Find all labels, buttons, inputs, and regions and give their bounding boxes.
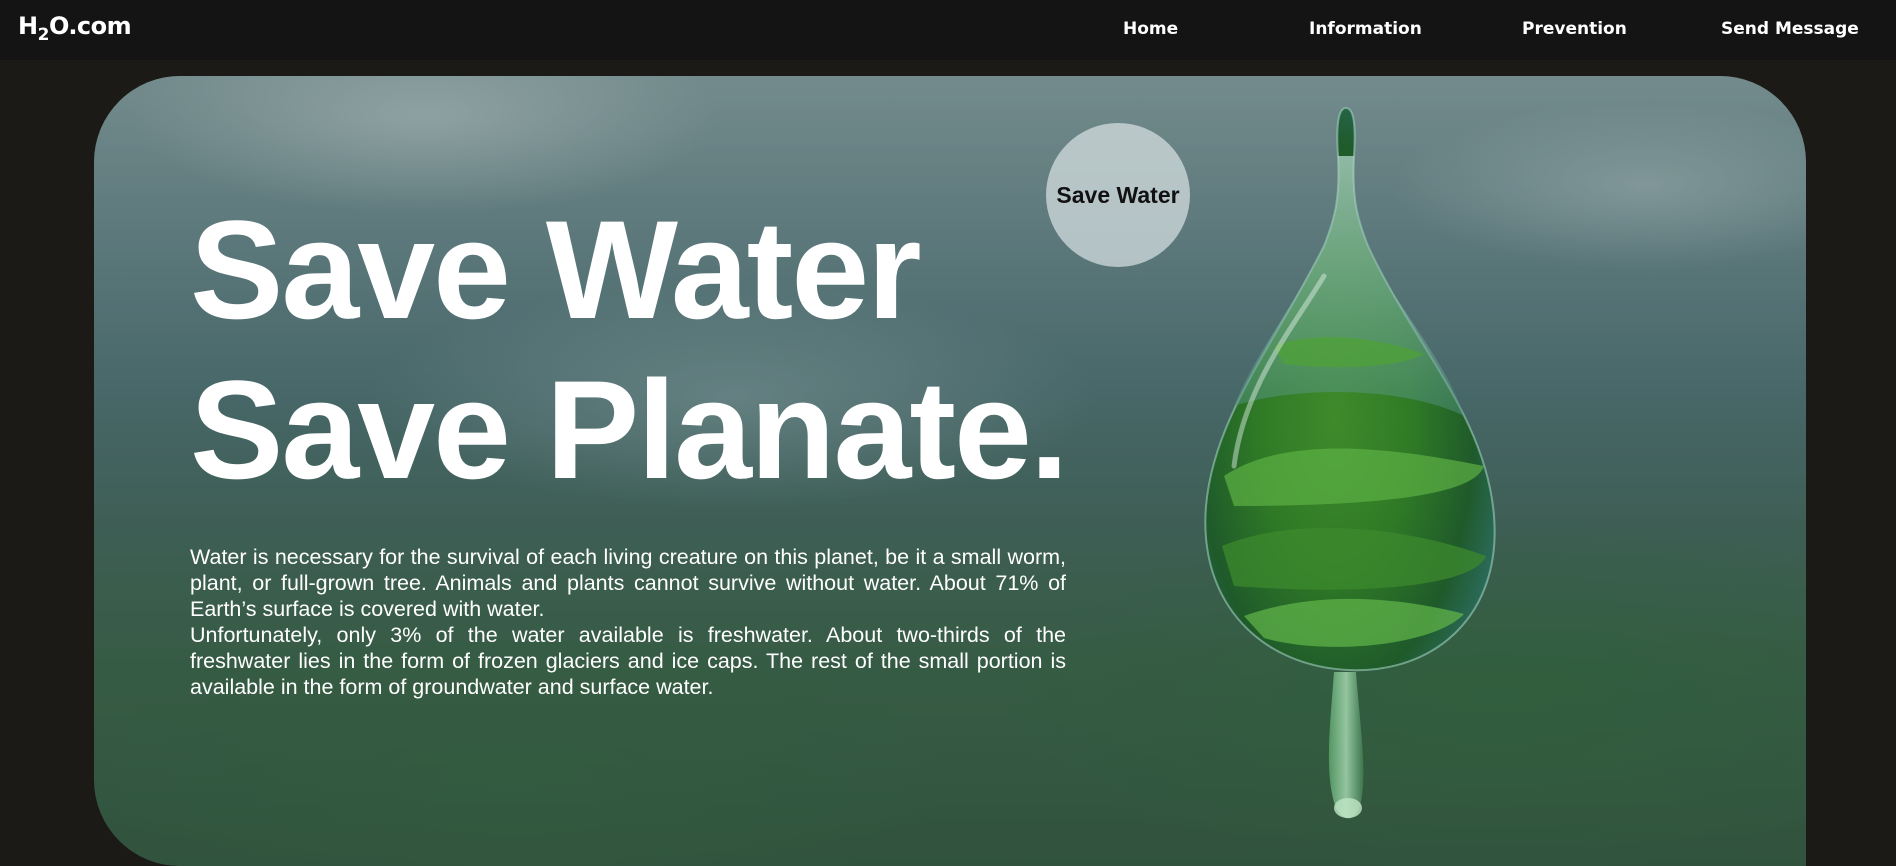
hero-banner: Save Water Save Planate. Water is necess…: [94, 76, 1806, 866]
hero-headline-line2: Save Planate.: [190, 351, 1069, 508]
nav-prevention[interactable]: Prevention: [1522, 19, 1627, 39]
save-water-badge-label: Save Water: [1056, 181, 1180, 208]
site-logo[interactable]: H2O.com: [18, 12, 132, 45]
save-water-badge[interactable]: Save Water: [1046, 123, 1190, 267]
hero-headline-line1: Save Water: [190, 191, 922, 348]
hero-paragraph-2: Unfortunately, only 3% of the water avai…: [190, 623, 1066, 699]
navbar: H2O.com Home Information Prevention Send…: [0, 0, 1896, 60]
water-drop-illustration: [1204, 106, 1496, 819]
nav-send-message[interactable]: Send Message: [1721, 19, 1859, 39]
logo-subscript: 2: [37, 25, 50, 45]
hero-paragraph-1: Water is necessary for the survival of e…: [190, 545, 1066, 621]
hero-description: Water is necessary for the survival of e…: [190, 544, 1066, 700]
nav-home[interactable]: Home: [1123, 19, 1178, 39]
logo-prefix: H: [18, 12, 38, 40]
logo-suffix: O.com: [48, 12, 132, 40]
nav-information[interactable]: Information: [1309, 19, 1422, 39]
